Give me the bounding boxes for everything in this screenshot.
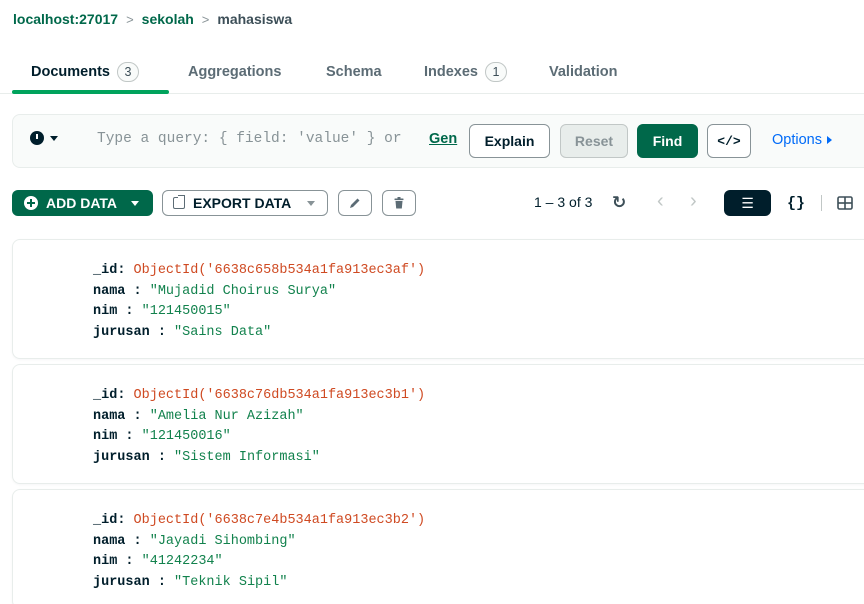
field-value-string[interactable]: "Sistem Informasi": [174, 450, 320, 465]
field-value-string[interactable]: "Jayadi Sihombing": [150, 534, 296, 549]
plus-circle-icon: [24, 196, 38, 210]
refresh-icon[interactable]: ↻: [612, 193, 626, 213]
field-key: nim: [93, 304, 118, 319]
document-fields: _id: ObjectId('6638c76db534a1fa913ec3b1'…: [93, 386, 425, 468]
field-value-objectid[interactable]: ObjectId('6638c76db534a1fa913ec3b1'): [134, 388, 426, 403]
document-card[interactable]: _id: ObjectId('6638c7e4b534a1fa913ec3b2'…: [12, 489, 864, 604]
export-data-button[interactable]: EXPORT DATA: [162, 190, 328, 216]
field-key: nama: [93, 283, 126, 299]
export-data-label: EXPORT DATA: [193, 195, 292, 211]
field-key: nama: [93, 408, 126, 424]
options-label: Options: [772, 132, 822, 148]
generate-query-link[interactable]: Gen: [429, 131, 457, 147]
reset-button[interactable]: Reset: [560, 124, 628, 158]
field-key: nim: [93, 554, 118, 569]
trash-icon: [394, 197, 404, 209]
field-value-string[interactable]: "41242234": [142, 554, 223, 569]
add-data-button[interactable]: ADD DATA: [12, 190, 153, 216]
export-icon: [173, 195, 185, 209]
active-tab-indicator: [12, 90, 169, 94]
field-row-id: _id: ObjectId('6638c658b534a1fa913ec3af'…: [93, 263, 426, 278]
field-value-string[interactable]: "Amelia Nur Azizah": [150, 409, 304, 424]
explain-button[interactable]: Explain: [469, 124, 550, 158]
field-row-nim: nim : "121450015": [93, 304, 231, 319]
query-bar: Type a query: { field: 'value' } or Gen …: [12, 114, 864, 168]
document-card[interactable]: _id: ObjectId('6638c658b534a1fa913ec3af'…: [12, 239, 864, 359]
chevron-right-icon: >: [201, 11, 210, 27]
document-card[interactable]: _id: ObjectId('6638c76db534a1fa913ec3b1'…: [12, 364, 864, 484]
options-toggle[interactable]: Options: [772, 132, 832, 148]
field-value-string[interactable]: "Sains Data": [174, 325, 271, 340]
field-key: nim: [93, 429, 118, 444]
clock-icon: [30, 131, 44, 145]
list-view-icon[interactable]: ☰: [724, 190, 771, 216]
field-row-jurusan: jurusan : "Sains Data": [93, 324, 272, 340]
breadcrumb-database[interactable]: sekolah: [142, 11, 194, 27]
breadcrumb-host[interactable]: localhost:27017: [13, 11, 118, 27]
field-key: jurusan: [93, 574, 150, 590]
pencil-icon: [350, 198, 360, 208]
json-view-icon[interactable]: {}: [771, 190, 821, 216]
field-value-string[interactable]: "Mujadid Choirus Surya": [150, 284, 336, 299]
field-row-id: _id: ObjectId('6638c7e4b534a1fa913ec3b2'…: [93, 513, 426, 528]
tab-schema-label: Schema: [326, 64, 382, 80]
indexes-count-badge: 1: [485, 62, 507, 82]
query-input[interactable]: Type a query: { field: 'value' } or: [97, 131, 402, 147]
field-key: _id: [93, 513, 118, 528]
field-value-objectid[interactable]: ObjectId('6638c7e4b534a1fa913ec3b2'): [134, 513, 426, 528]
field-value-string[interactable]: "121450015": [142, 304, 231, 319]
tab-validation[interactable]: Validation: [549, 50, 618, 94]
caret-right-icon: [826, 136, 832, 144]
field-value-objectid[interactable]: ObjectId('6638c658b534a1fa913ec3af'): [134, 263, 426, 278]
field-row-nama: nama : "Amelia Nur Azizah": [93, 408, 304, 424]
caret-down-icon: [50, 135, 58, 141]
tab-validation-label: Validation: [549, 64, 618, 80]
document-fields: _id: ObjectId('6638c658b534a1fa913ec3af'…: [93, 261, 425, 343]
document-fields: _id: ObjectId('6638c7e4b534a1fa913ec3b2'…: [93, 511, 425, 593]
documents-count-badge: 3: [116, 62, 139, 82]
field-key: nama: [93, 533, 126, 549]
field-key: _id: [93, 263, 118, 278]
table-view-icon[interactable]: [822, 190, 864, 216]
chevron-right-icon: >: [126, 11, 134, 27]
breadcrumb: localhost:27017 > sekolah > mahasiswa: [13, 11, 292, 27]
collection-tabs: Documents 3 Aggregations Schema Indexes …: [0, 50, 864, 94]
field-row-nama: nama : "Mujadid Choirus Surya": [93, 283, 337, 299]
tab-documents[interactable]: Documents 3: [31, 50, 139, 94]
pagination-range: 1 – 3 of 3: [534, 194, 593, 210]
field-row-nim: nim : "41242234": [93, 554, 223, 569]
add-data-label: ADD DATA: [46, 195, 118, 211]
field-row-nim: nim : "121450016": [93, 429, 231, 444]
field-key: jurusan: [93, 449, 150, 465]
tab-aggregations-label: Aggregations: [188, 64, 282, 80]
delete-button[interactable]: [382, 190, 416, 216]
chevron-right-icon[interactable]: ›: [690, 190, 697, 213]
chevron-left-icon[interactable]: ‹: [657, 190, 664, 213]
field-key: jurusan: [93, 324, 150, 340]
field-value-string[interactable]: "121450016": [142, 429, 231, 444]
field-row-jurusan: jurusan : "Teknik Sipil": [93, 574, 288, 590]
tab-documents-label: Documents: [31, 64, 110, 80]
field-row-jurusan: jurusan : "Sistem Informasi": [93, 449, 320, 465]
field-row-nama: nama : "Jayadi Sihombing": [93, 533, 296, 549]
tab-indexes[interactable]: Indexes 1: [424, 50, 507, 94]
find-button[interactable]: Find: [637, 124, 698, 158]
code-icon[interactable]: </>: [707, 124, 751, 158]
edit-button[interactable]: [338, 190, 372, 216]
caret-down-icon: [307, 200, 316, 206]
field-key: _id: [93, 388, 118, 403]
field-value-string[interactable]: "Teknik Sipil": [174, 575, 287, 590]
query-history-button[interactable]: [30, 131, 58, 145]
table-grid-icon: [837, 196, 853, 210]
tab-indexes-label: Indexes: [424, 64, 478, 80]
view-toggle: ☰ {}: [724, 190, 864, 216]
caret-down-icon: [131, 200, 140, 206]
field-row-id: _id: ObjectId('6638c76db534a1fa913ec3b1'…: [93, 388, 426, 403]
tab-schema[interactable]: Schema: [326, 50, 382, 94]
tab-aggregations[interactable]: Aggregations: [188, 50, 281, 94]
breadcrumb-collection: mahasiswa: [217, 11, 293, 27]
